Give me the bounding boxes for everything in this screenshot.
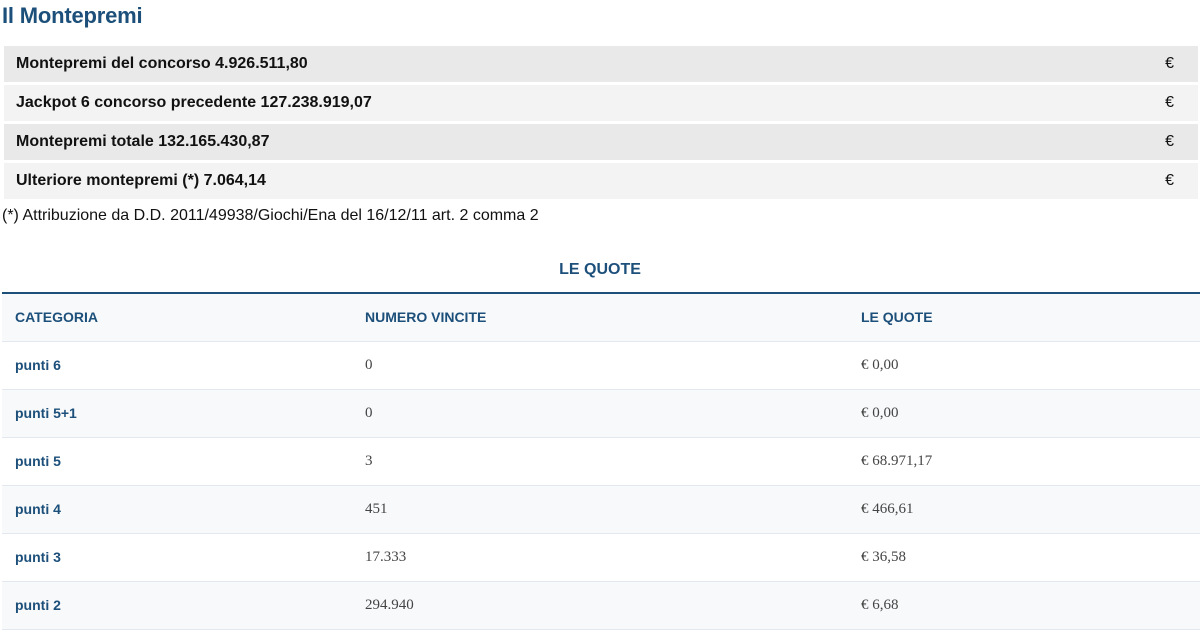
- summary-row-ulteriore-montepremi: Ulteriore montepremi (*) 7.064,14 €: [4, 163, 1198, 199]
- row-amount: € 466,61: [848, 485, 1200, 534]
- row-category: punti 6: [2, 341, 352, 390]
- quotes-table: CATEGORIA NUMERO VINCITE LE QUOTE punti …: [2, 292, 1200, 630]
- summary-row-montepremi-concorso: Montepremi del concorso 4.926.511,80 €: [4, 46, 1198, 82]
- row-amount: € 6,68: [848, 581, 1200, 630]
- row-wins: 3: [352, 437, 848, 486]
- table-row: punti 5 3 € 68.971,17: [2, 437, 1200, 486]
- quotes-title: LE QUOTE: [559, 261, 641, 278]
- row-wins: 0: [352, 341, 848, 390]
- header-le-quote: LE QUOTE: [848, 293, 1200, 342]
- summary-row-jackpot: Jackpot 6 concorso precedente 127.238.91…: [4, 85, 1198, 121]
- row-amount: € 68.971,17: [848, 437, 1200, 486]
- row-category: punti 2: [2, 581, 352, 630]
- table-row: punti 5+1 0 € 0,00: [2, 389, 1200, 438]
- summary-text: Ulteriore montepremi (*) 7.064,14: [16, 172, 266, 189]
- page-title: Il Montepremi: [2, 3, 143, 28]
- header-categoria: CATEGORIA: [2, 293, 352, 342]
- table-header-row: CATEGORIA NUMERO VINCITE LE QUOTE: [2, 293, 1200, 342]
- row-amount: € 36,58: [848, 533, 1200, 582]
- summary-row-montepremi-totale: Montepremi totale 132.165.430,87 €: [4, 124, 1198, 160]
- currency-symbol: €: [1165, 55, 1174, 72]
- footnote: (*) Attribuzione da D.D. 2011/49938/Gioc…: [2, 207, 539, 224]
- row-wins: 451: [352, 485, 848, 534]
- currency-symbol: €: [1165, 133, 1174, 150]
- table-row: punti 4 451 € 466,61: [2, 485, 1200, 534]
- table-row: punti 6 0 € 0,00: [2, 341, 1200, 390]
- row-wins: 294.940: [352, 581, 848, 630]
- summary-text: Montepremi del concorso 4.926.511,80: [16, 55, 308, 72]
- row-amount: € 0,00: [848, 341, 1200, 390]
- row-category: punti 3: [2, 533, 352, 582]
- summary-text: Jackpot 6 concorso precedente 127.238.91…: [16, 94, 372, 111]
- row-wins: 17.333: [352, 533, 848, 582]
- header-numero-vincite: NUMERO VINCITE: [352, 293, 848, 342]
- row-category: punti 5: [2, 437, 352, 486]
- prize-summary: Montepremi del concorso 4.926.511,80 € J…: [4, 46, 1198, 202]
- row-amount: € 0,00: [848, 389, 1200, 438]
- currency-symbol: €: [1165, 94, 1174, 111]
- row-wins: 0: [352, 389, 848, 438]
- row-category: punti 5+1: [2, 389, 352, 438]
- currency-symbol: €: [1165, 172, 1174, 189]
- table-row: punti 2 294.940 € 6,68: [2, 581, 1200, 630]
- summary-text: Montepremi totale 132.165.430,87: [16, 133, 270, 150]
- row-category: punti 4: [2, 485, 352, 534]
- table-row: punti 3 17.333 € 36,58: [2, 533, 1200, 582]
